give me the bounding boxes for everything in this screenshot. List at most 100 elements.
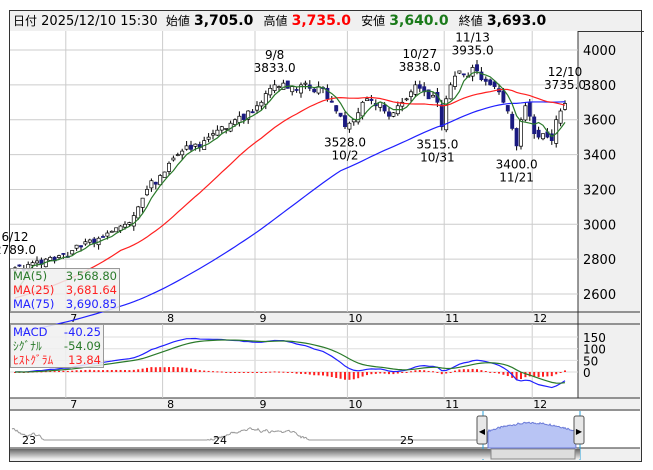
candle [417,84,422,89]
histogram-bar [392,372,395,375]
candle [61,253,66,255]
histogram-bar [75,370,78,372]
candle [532,116,537,135]
histogram-bar [295,372,298,374]
candle [48,257,53,261]
histogram-bar [58,370,60,372]
histogram-bar [537,372,540,378]
handle-arrow-icon: ▶ [576,427,583,436]
histogram-bar [207,370,210,372]
annotation-label: 10/27 [403,47,438,61]
histogram-bar [132,369,135,372]
candle [453,75,457,87]
histogram-bar [286,372,289,373]
price-tick-label: 3600 [583,114,616,129]
candle [334,105,339,112]
candle [365,98,369,102]
histogram-bar [322,372,324,376]
annotation-label: 10/2 [332,148,359,162]
histogram-bar [304,372,307,375]
histogram-bar [484,371,487,373]
candle [527,102,532,117]
histogram-bar [251,372,254,373]
month-label: 7 [70,398,77,411]
month-label: 11 [445,398,459,411]
histogram-bar [449,372,452,373]
macd-label: MACD [13,325,48,339]
candle [483,78,488,82]
histogram-bar [225,371,228,373]
month-label: 10 [348,312,362,325]
histogram-bar [366,372,368,376]
navigator-year-label: 23 [22,434,36,447]
candle [171,157,176,161]
candle [303,82,308,85]
ma5-value: 3,568.80 [65,269,117,283]
histogram-bar [106,370,109,372]
histogram-bar [71,370,74,372]
macd-value: -40.25 [63,325,101,339]
histogram-bar [141,368,144,372]
histogram-bar [383,372,386,374]
histogram-bar [564,370,566,372]
histogram-value: 13.84 [68,353,101,367]
candle [57,255,61,258]
histogram-bar [247,372,250,373]
ma75-label: MA(75) [13,297,55,311]
histogram-bar [546,372,549,377]
scrollbar-thumb[interactable] [490,448,576,460]
histogram-bar [194,369,197,372]
candle [114,227,119,233]
histogram-bar [502,372,505,375]
month-label: 11 [445,312,459,325]
histogram-bar [454,370,456,372]
chart-canvas[interactable]: 4000380036003400320030002800260077889910… [0,0,653,470]
histogram-bar [330,372,333,378]
candle [268,87,273,96]
candle [105,232,110,237]
candle [250,111,255,114]
histogram-bar [80,370,82,372]
histogram-bar [203,370,206,372]
candle [461,73,466,76]
histogram-bar [370,372,373,375]
month-label: 10 [348,398,362,411]
histogram-bar [436,371,439,373]
candle [404,98,409,101]
candle [83,241,88,245]
candle [541,133,545,140]
histogram-bar [66,370,69,372]
candle [514,128,519,147]
annotation-label: 9/8 [265,48,284,62]
candle [219,126,224,131]
candle [237,115,242,123]
histogram-bar [427,370,430,372]
histogram-bar [190,368,192,372]
histogram-bar [300,372,302,374]
candle [536,129,541,138]
histogram-bar [489,371,492,373]
histogram-bar [97,370,100,372]
candle [285,80,290,89]
histogram-bar [282,371,285,373]
month-label: 12 [533,312,547,325]
candle [558,110,563,124]
histogram-bar [102,370,104,372]
ma75-value: 3,690.85 [65,297,117,311]
candle [263,93,268,105]
candle [448,84,453,100]
candle [356,112,361,123]
candle [87,239,92,243]
candle [70,250,75,255]
histogram-bar [520,372,522,380]
candle [347,122,352,130]
candle [259,101,264,107]
candle [233,119,237,125]
histogram-bar [264,372,267,373]
histogram-bar [506,372,509,377]
candle [17,264,22,267]
histogram-bar [84,369,87,372]
histogram-bar [361,372,364,377]
histogram-bar [176,367,179,372]
annotation-label: 3735.0 [544,78,586,92]
